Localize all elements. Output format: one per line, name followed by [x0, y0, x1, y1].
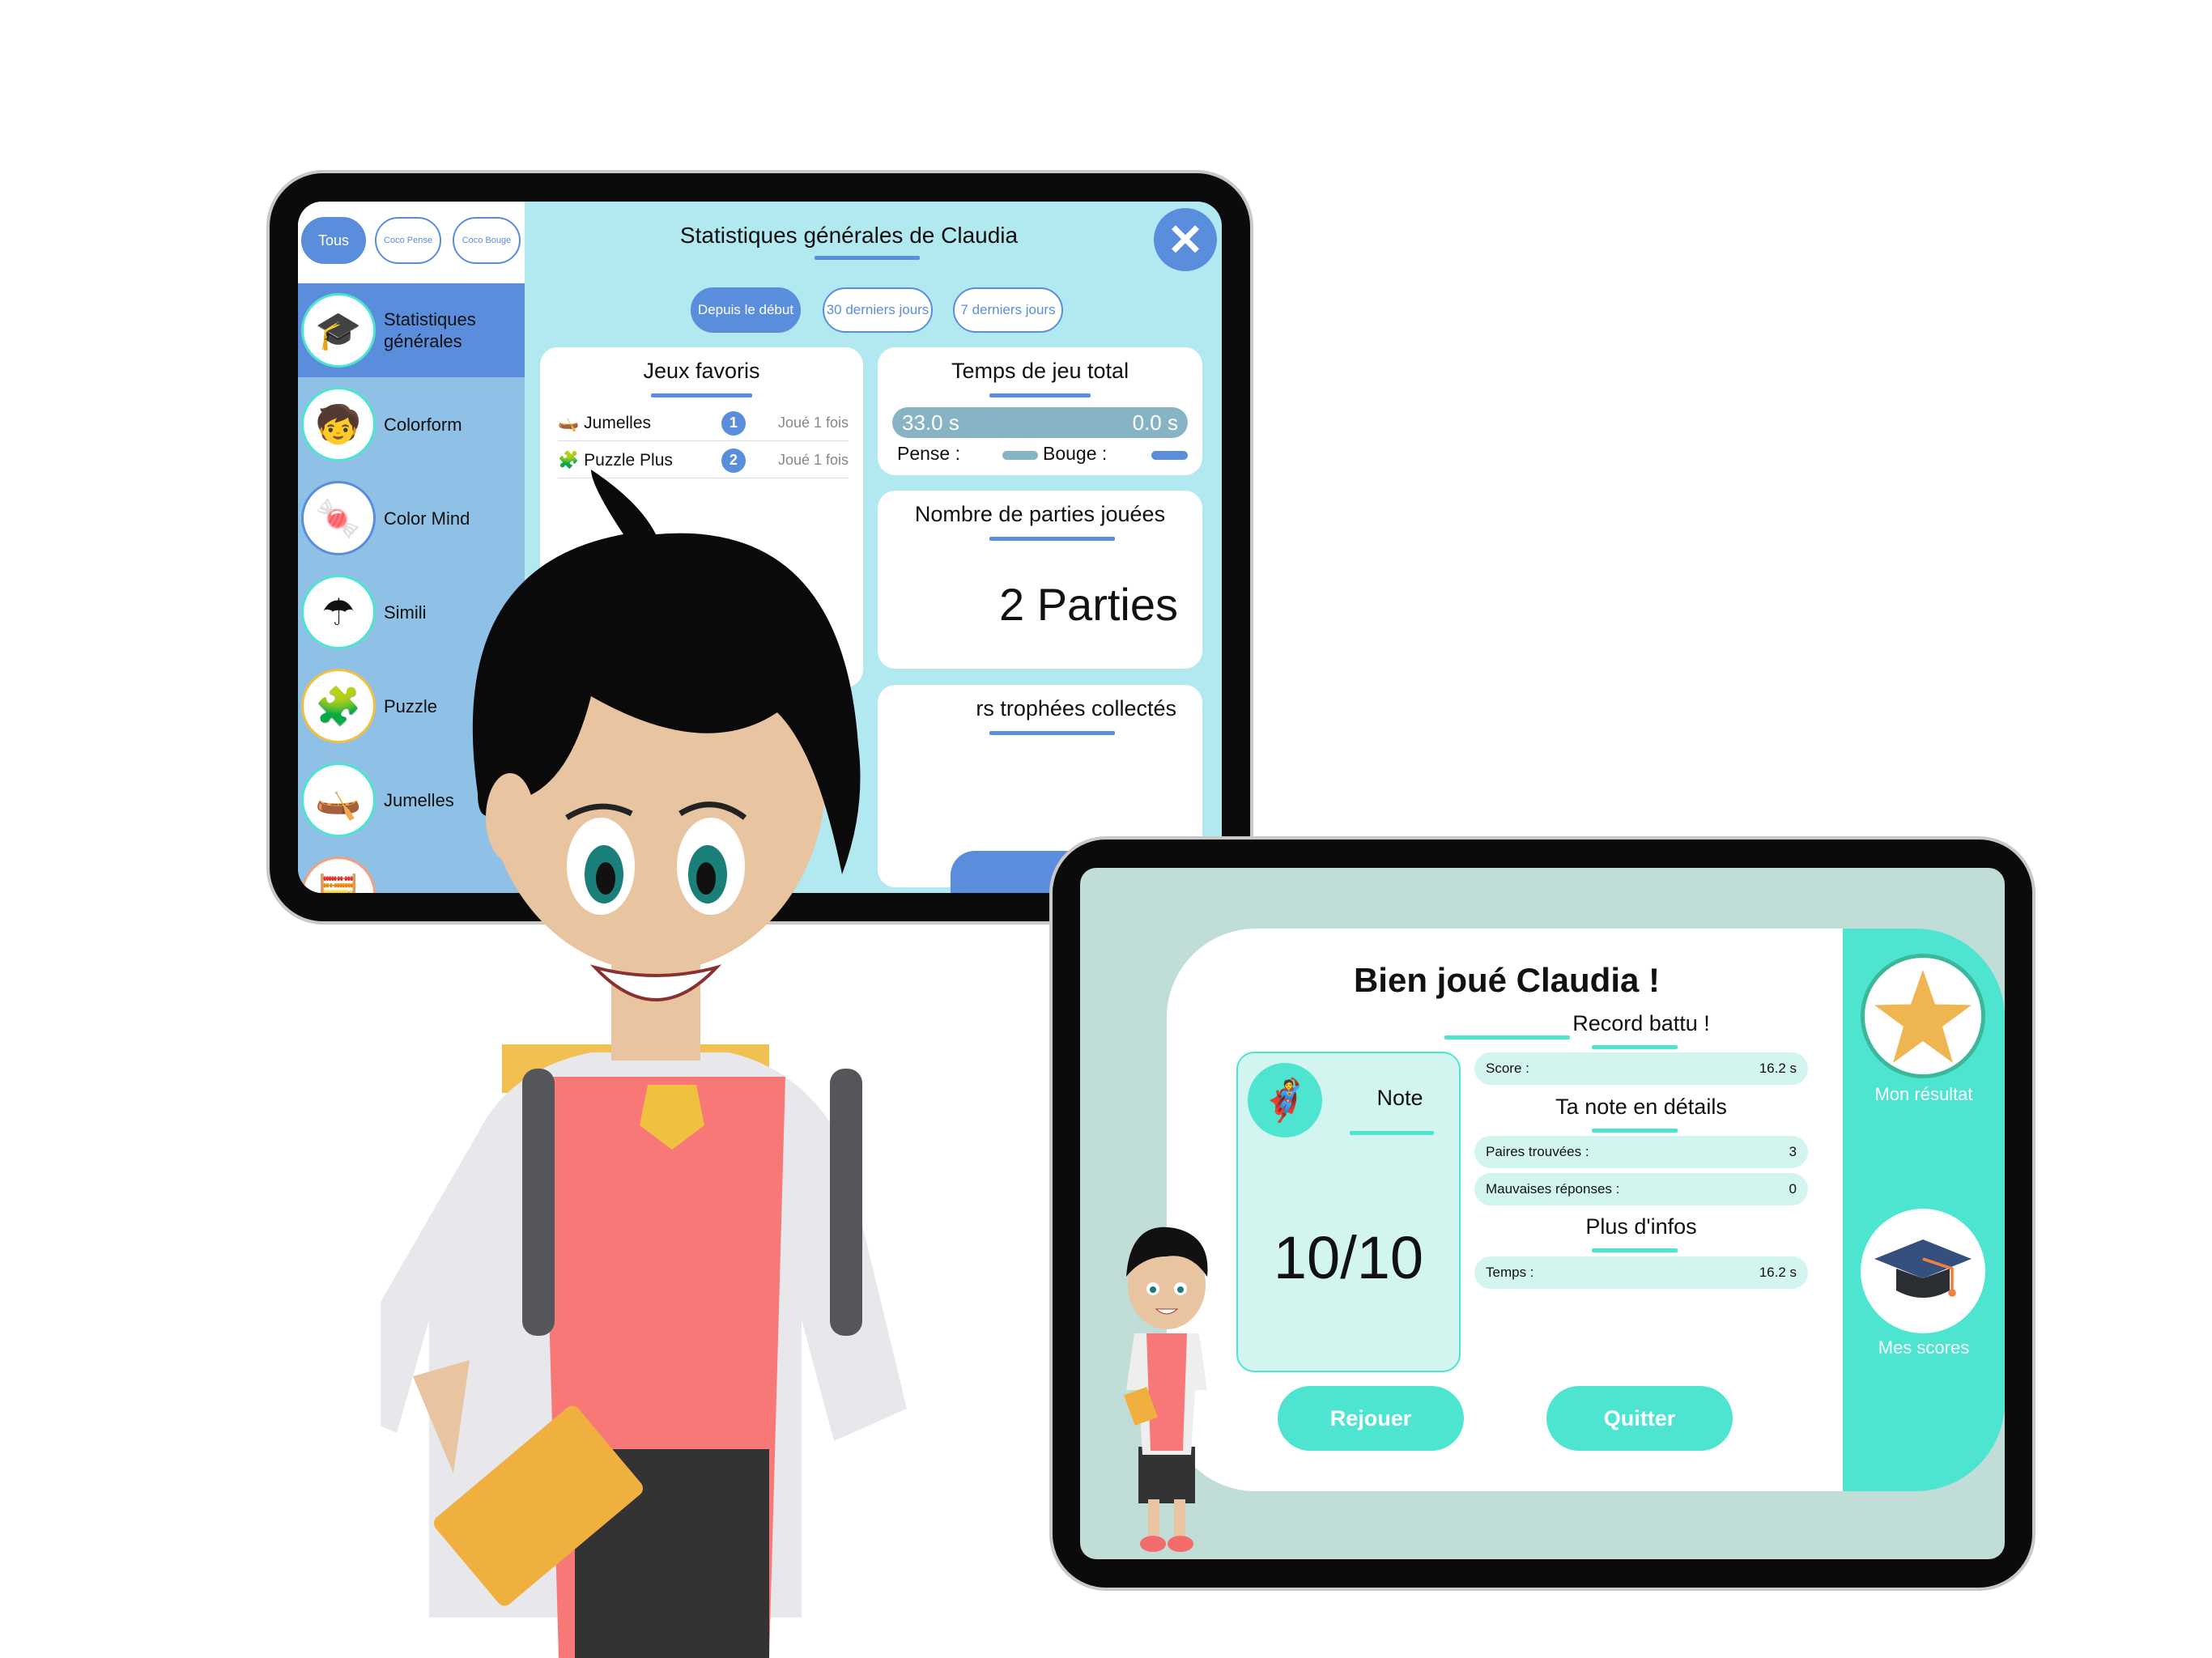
pairs-row: Paires trouvées : 3	[1474, 1136, 1808, 1168]
row-label: Paires trouvées :	[1486, 1144, 1589, 1159]
total-time-title: Temps de jeu total	[951, 359, 1129, 383]
underline	[1592, 1045, 1678, 1049]
underline	[1592, 1129, 1678, 1133]
underline	[989, 393, 1091, 397]
record-title: Record battu !	[1572, 1011, 1710, 1035]
row-label: Mauvaises réponses :	[1486, 1181, 1620, 1197]
page-title: Statistiques générales de Claudia	[679, 223, 1019, 248]
small-boy-mascot	[1124, 1226, 1208, 1552]
sidebar-item-label: Colorform	[384, 414, 462, 435]
right-strap	[830, 1069, 862, 1336]
abacus-icon: 🧮	[301, 857, 376, 893]
result-title: Bien joué Claudia !	[1353, 961, 1661, 999]
nav-my-result-label[interactable]: Mon résultat	[1843, 1084, 2005, 1105]
umbrella-magnifier-icon: ☂	[301, 575, 376, 649]
row-label: Score :	[1486, 1061, 1529, 1076]
time-progress-bar: 33.0 s 0.0 s	[892, 407, 1188, 438]
star-icon	[1874, 969, 1972, 1063]
close-icon: ✕	[1167, 215, 1204, 265]
gumball-machine-icon: 🍬	[301, 481, 376, 555]
row-value: 0	[1789, 1181, 1797, 1197]
period-7-days[interactable]: 7 derniers jours	[953, 287, 1063, 333]
play-count: Joué 1 fois	[777, 414, 849, 431]
graduation-cap-icon: 🎓	[301, 293, 376, 368]
wrong-answers-row: Mauvaises réponses : 0	[1474, 1173, 1808, 1205]
nav-my-scores-label[interactable]: Mes scores	[1843, 1337, 2005, 1358]
nav-my-scores[interactable]	[1861, 1209, 1985, 1333]
graduation-cap-icon	[1874, 1239, 1972, 1298]
note-card: 🦸 Note 10/10	[1236, 1052, 1461, 1372]
underline	[1350, 1131, 1434, 1135]
chip-coco-pense[interactable]: Coco Pense	[375, 217, 441, 264]
hero-medal-icon: 🦸	[1248, 1063, 1322, 1137]
bouge-time: 0.0 s	[1132, 410, 1178, 435]
score-row: Score : 16.2 s	[1474, 1052, 1808, 1085]
big-boy-mascot	[381, 470, 907, 1658]
period-since-start[interactable]: Depuis le début	[691, 287, 801, 333]
note-label: Note	[1376, 1086, 1423, 1110]
row-value: 3	[1789, 1144, 1797, 1159]
time-row: Temps : 16.2 s	[1474, 1256, 1808, 1289]
close-button[interactable]: ✕	[1154, 208, 1217, 271]
kayak-icon: 🛶	[301, 763, 376, 837]
bouge-legend-swatch	[1151, 451, 1188, 460]
result-panel: Bien joué Claudia ! 🦸 Note 10/10 Record …	[1167, 929, 1847, 1491]
chip-coco-bouge[interactable]: Coco Bouge	[453, 217, 521, 264]
more-info-title: Plus d'infos	[1585, 1214, 1697, 1239]
quit-button[interactable]: Quitter	[1546, 1386, 1733, 1451]
child-hula-hoop-icon: 🧒	[301, 387, 376, 461]
puzzle-icon: 🧩	[301, 669, 376, 743]
favorite-row[interactable]: 🛶 Jumelles 1 Joué 1 fois	[558, 406, 849, 441]
replay-button[interactable]: Rejouer	[1278, 1386, 1464, 1451]
nav-my-result[interactable]	[1861, 954, 1985, 1078]
underline	[1592, 1248, 1678, 1252]
result-side-nav: Mon résultat Mes scores	[1843, 929, 2005, 1491]
result-screen: Bien joué Claudia ! 🦸 Note 10/10 Record …	[1080, 868, 2005, 1559]
row-value: 16.2 s	[1759, 1061, 1797, 1076]
sidebar-item-statistiques[interactable]: 🎓 Statistiques générales	[298, 283, 525, 377]
ear	[486, 773, 534, 862]
left-strap	[522, 1069, 555, 1336]
favorites-title: Jeux favoris	[643, 359, 760, 383]
chip-tous[interactable]: Tous	[301, 217, 366, 264]
title-underline	[815, 256, 920, 260]
row-label: Temps :	[1486, 1265, 1534, 1280]
pense-time: 33.0 s	[902, 410, 959, 435]
underline	[651, 393, 752, 397]
kayak-icon: 🛶	[558, 413, 580, 432]
game-name: Jumelles	[584, 413, 652, 432]
period-30-days[interactable]: 30 derniers jours	[823, 287, 933, 333]
row-value: 16.2 s	[1759, 1265, 1797, 1280]
sidebar-item-label: Statistiques générales	[384, 309, 476, 351]
rank-badge: 1	[721, 410, 746, 436]
note-value: 10/10	[1273, 1224, 1424, 1291]
filter-chip-bar: Tous Coco Pense Coco Bouge	[298, 202, 525, 283]
details-title: Ta note en détails	[1555, 1095, 1727, 1119]
